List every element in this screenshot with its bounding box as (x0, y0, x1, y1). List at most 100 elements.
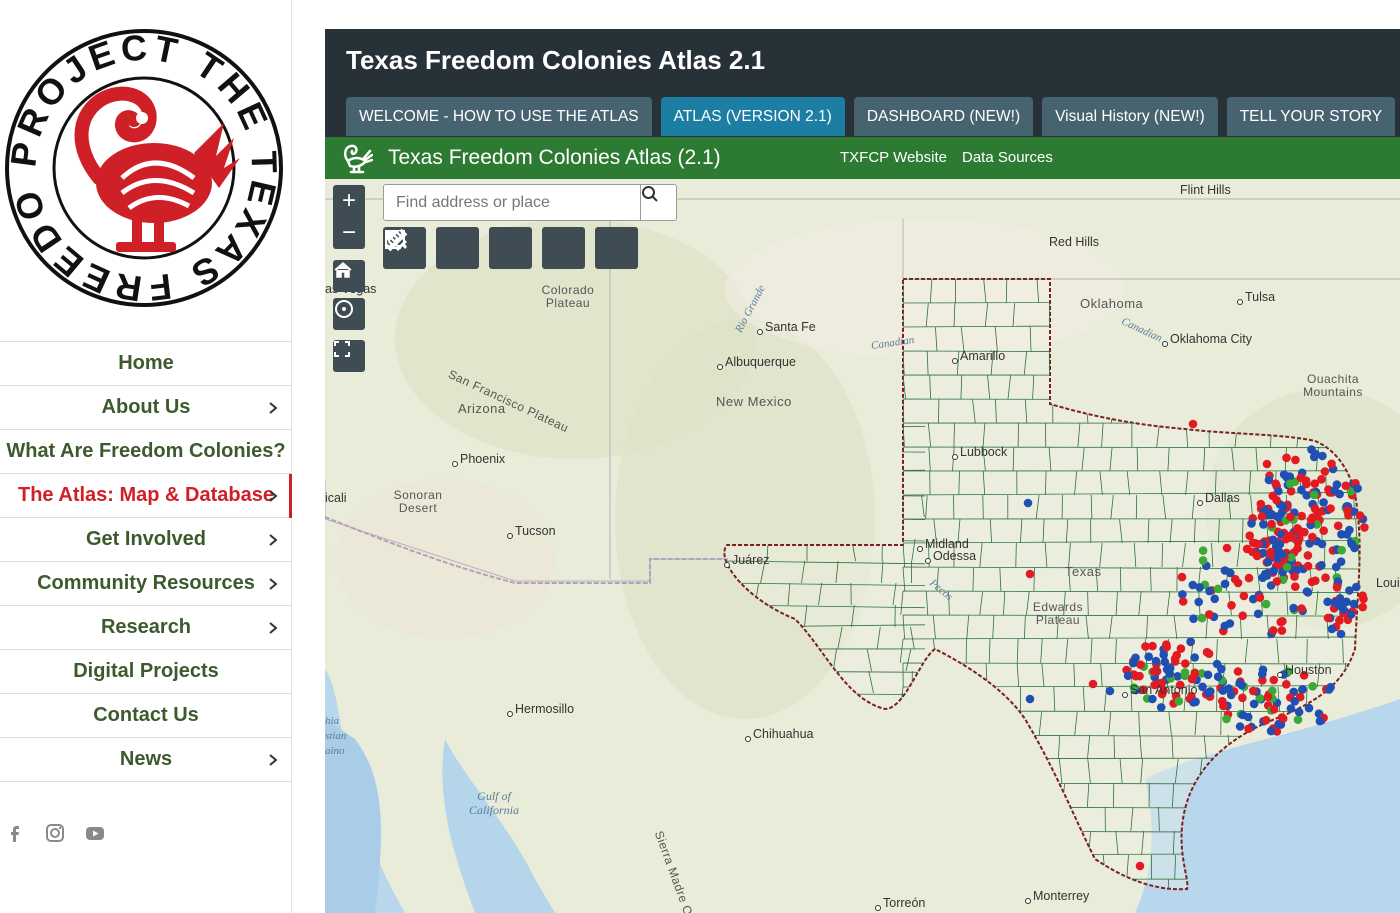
map-view[interactable]: Flint Hills Red Hills Oklahoma New Mexic… (325, 179, 1400, 913)
youtube-icon[interactable] (84, 822, 106, 844)
colony-point[interactable] (1160, 657, 1170, 667)
colony-point[interactable] (1317, 539, 1327, 549)
colony-point[interactable] (1212, 659, 1222, 669)
colony-point[interactable] (1178, 597, 1188, 606)
colony-point[interactable] (1310, 504, 1320, 514)
colony-point[interactable] (1203, 688, 1213, 698)
colony-point[interactable] (1194, 597, 1203, 607)
colony-point[interactable] (1321, 573, 1330, 582)
colony-point[interactable] (1123, 671, 1133, 680)
colony-point[interactable] (1197, 613, 1207, 623)
colony-point[interactable] (1181, 659, 1190, 668)
colony-point[interactable] (1272, 577, 1282, 586)
tab-tell-your-story[interactable]: TELL YOUR STORY (1226, 97, 1396, 136)
colony-point[interactable] (1290, 572, 1299, 581)
colony-point[interactable] (1191, 697, 1200, 707)
colony-point[interactable] (1218, 686, 1228, 695)
colony-point[interactable] (1278, 617, 1287, 626)
colony-point[interactable] (1350, 543, 1359, 553)
nav-item-get-involved[interactable]: Get Involved (0, 518, 292, 562)
colony-point[interactable] (1025, 569, 1035, 579)
colony-point[interactable] (1135, 861, 1145, 871)
colony-point[interactable] (1308, 532, 1317, 542)
colony-point[interactable] (1188, 419, 1198, 429)
colony-point[interactable] (1248, 686, 1258, 696)
colony-point[interactable] (1233, 578, 1243, 588)
colony-point[interactable] (1360, 523, 1369, 532)
colony-point[interactable] (1180, 668, 1190, 677)
colony-point[interactable] (1310, 479, 1320, 489)
colony-point[interactable] (1205, 586, 1214, 596)
colony-point[interactable] (1262, 459, 1272, 469)
colony-point[interactable] (1149, 667, 1159, 676)
colony-point[interactable] (1023, 498, 1033, 508)
tab-welcome-how-to-use-the-atlas[interactable]: WELCOME - HOW TO USE THE ATLAS (346, 97, 652, 136)
colony-point[interactable] (1225, 619, 1235, 628)
colony-point[interactable] (1303, 551, 1313, 560)
colony-point[interactable] (1198, 556, 1208, 565)
colony-point[interactable] (1343, 506, 1352, 515)
colony-point[interactable] (1222, 543, 1232, 553)
colony-point[interactable] (1204, 649, 1214, 658)
colony-point[interactable] (1186, 637, 1195, 646)
colony-point[interactable] (1249, 699, 1259, 709)
colony-point[interactable] (1308, 682, 1317, 691)
colony-point[interactable] (1210, 594, 1219, 604)
colony-point[interactable] (1243, 712, 1253, 722)
fullscreen-button[interactable] (333, 340, 365, 372)
txfcp-website-link[interactable]: TXFCP Website (840, 149, 947, 166)
search-button[interactable] (640, 185, 676, 220)
colony-point[interactable] (1258, 665, 1268, 675)
colony-point[interactable] (1253, 609, 1263, 619)
colony-point[interactable] (1332, 583, 1342, 592)
colony-point[interactable] (1239, 591, 1249, 601)
colony-point[interactable] (1293, 524, 1302, 533)
colony-point[interactable] (1353, 484, 1362, 493)
colony-point[interactable] (1235, 679, 1244, 688)
colony-point[interactable] (1291, 582, 1300, 591)
locate-button[interactable] (333, 298, 365, 330)
colony-point[interactable] (1238, 693, 1247, 703)
colony-point[interactable] (1268, 535, 1278, 545)
colony-point[interactable] (1289, 603, 1298, 613)
colony-point[interactable] (1259, 520, 1268, 529)
colony-point[interactable] (1226, 690, 1236, 700)
colony-point[interactable] (1297, 485, 1306, 495)
colony-point[interactable] (1257, 512, 1267, 521)
colony-point[interactable] (1281, 534, 1291, 544)
colony-point[interactable] (1262, 571, 1272, 580)
colony-point[interactable] (1278, 502, 1288, 511)
colony-point[interactable] (1311, 576, 1320, 585)
colony-point[interactable] (1282, 562, 1292, 572)
colony-point[interactable] (1315, 716, 1325, 726)
colony-point[interactable] (1247, 519, 1256, 528)
colony-point[interactable] (1319, 498, 1328, 507)
colony-point[interactable] (1297, 511, 1306, 521)
measure-tool[interactable] (384, 227, 638, 269)
colony-point[interactable] (1141, 642, 1150, 651)
colony-point[interactable] (1263, 557, 1273, 567)
colony-point[interactable] (1105, 686, 1115, 696)
colony-point[interactable] (1205, 610, 1214, 619)
colony-point[interactable] (1244, 573, 1254, 583)
facebook-icon[interactable] (4, 822, 26, 844)
colony-point[interactable] (1203, 670, 1213, 680)
colony-point[interactable] (1333, 521, 1343, 531)
colony-point[interactable] (1252, 551, 1262, 561)
colony-point[interactable] (1274, 546, 1283, 556)
colony-point[interactable] (1285, 479, 1295, 489)
colony-point[interactable] (1297, 604, 1306, 613)
colony-point[interactable] (1317, 560, 1326, 570)
colony-point[interactable] (1244, 724, 1253, 734)
colony-point[interactable] (1170, 654, 1180, 664)
colony-point[interactable] (1255, 593, 1265, 602)
colony-point[interactable] (1327, 624, 1337, 634)
colony-point[interactable] (1293, 715, 1303, 724)
colony-point[interactable] (1304, 703, 1314, 713)
project-logo[interactable]: PROJECT THE TEXAS FREEDOM COLONIES (0, 0, 284, 310)
colony-point[interactable] (1337, 545, 1346, 555)
colony-point[interactable] (1282, 453, 1291, 463)
colony-point[interactable] (1267, 519, 1276, 529)
colony-point[interactable] (1294, 707, 1304, 717)
colony-point[interactable] (1319, 526, 1328, 535)
